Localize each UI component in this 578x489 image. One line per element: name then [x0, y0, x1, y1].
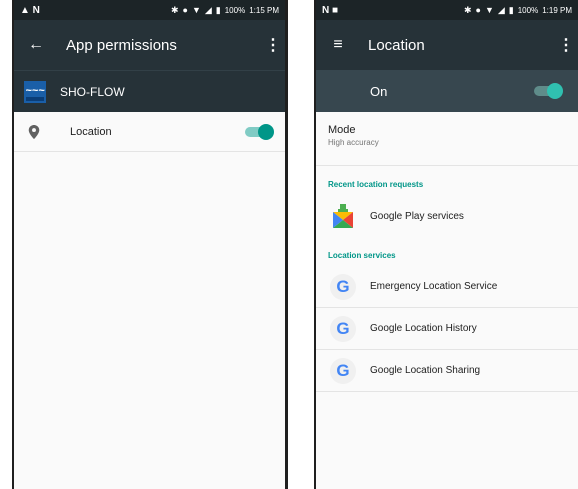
mode-value: High accuracy	[328, 138, 379, 147]
google-g-icon: G	[330, 273, 356, 300]
arrow-back-icon[interactable]: ←	[24, 36, 48, 54]
battery-percent: 100%	[224, 5, 246, 15]
bluetooth-icon: ✱	[463, 4, 472, 15]
location-settings-screen: N ■ ✱ ● ▼ ◢ ▮ 100% 1:19 PM ≡ Location ⋮ …	[314, 0, 578, 489]
location-permission-toggle[interactable]	[245, 123, 274, 140]
permission-label: Location	[70, 125, 112, 138]
status-bar: N ■ ✱ ● ▼ ◢ ▮ 100% 1:19 PM	[316, 0, 578, 20]
status-bar: ▲ N ✱ ● ▼ ◢ ▮ 100% 1:15 PM	[14, 0, 285, 20]
location-service-history[interactable]: G Google Location History	[316, 308, 578, 350]
do-not-disturb-icon: ●	[475, 4, 481, 15]
sho-flow-logo: ~~~	[24, 80, 46, 103]
app-name: SHO-FLOW	[60, 84, 125, 99]
entry-label: Google Location History	[370, 323, 477, 334]
location-service-sharing[interactable]: G Google Location Sharing	[316, 350, 578, 392]
master-switch-label: On	[370, 83, 388, 99]
overflow-menu-icon[interactable]: ⋮	[265, 35, 281, 55]
app-header: ~~~ SHO-FLOW	[14, 70, 285, 112]
notification-icons: ▲ N	[20, 4, 40, 16]
page-title: App permissions	[66, 36, 177, 54]
page-title: Location	[368, 36, 425, 54]
google-g-icon: G	[330, 357, 356, 384]
location-pin-icon	[28, 124, 40, 139]
recent-request-google-play-services[interactable]: Google Play services	[316, 195, 578, 237]
wifi-icon: ▼	[191, 4, 201, 15]
google-play-services-icon	[333, 204, 353, 228]
hamburger-icon[interactable]: ≡	[326, 36, 350, 54]
entry-label: Emergency Location Service	[370, 281, 498, 292]
location-master-switch-bar[interactable]: On	[316, 70, 578, 112]
wifi-icon: ▼	[484, 4, 494, 15]
mode-setting[interactable]: Mode High accuracy	[316, 112, 578, 166]
overflow-menu-icon[interactable]: ⋮	[558, 35, 574, 55]
recent-requests-header: Recent location requests	[328, 180, 424, 189]
toolbar: ← App permissions ⋮	[14, 20, 285, 70]
entry-label: Google Play services	[370, 210, 464, 222]
battery-icon: ▮	[215, 4, 221, 15]
do-not-disturb-icon: ●	[182, 4, 188, 15]
battery-percent: 100%	[517, 5, 539, 15]
battery-icon: ▮	[508, 4, 514, 15]
location-master-toggle[interactable]	[534, 83, 563, 99]
bluetooth-icon: ✱	[170, 4, 179, 15]
permission-row-location[interactable]: Location	[14, 112, 285, 152]
signal-icon: ◢	[204, 4, 212, 15]
toolbar: ≡ Location ⋮	[316, 20, 578, 70]
location-services-header: Location services	[328, 251, 396, 260]
mode-title: Mode	[328, 124, 356, 136]
signal-icon: ◢	[497, 4, 505, 15]
notification-icons: N ■	[322, 4, 339, 16]
app-permissions-screen: ▲ N ✱ ● ▼ ◢ ▮ 100% 1:15 PM ← App permiss…	[12, 0, 288, 489]
clock: 1:19 PM	[542, 5, 572, 15]
clock: 1:15 PM	[249, 5, 279, 15]
entry-label: Google Location Sharing	[370, 365, 481, 376]
google-g-icon: G	[330, 315, 356, 342]
location-service-emergency[interactable]: G Emergency Location Service	[316, 266, 578, 308]
